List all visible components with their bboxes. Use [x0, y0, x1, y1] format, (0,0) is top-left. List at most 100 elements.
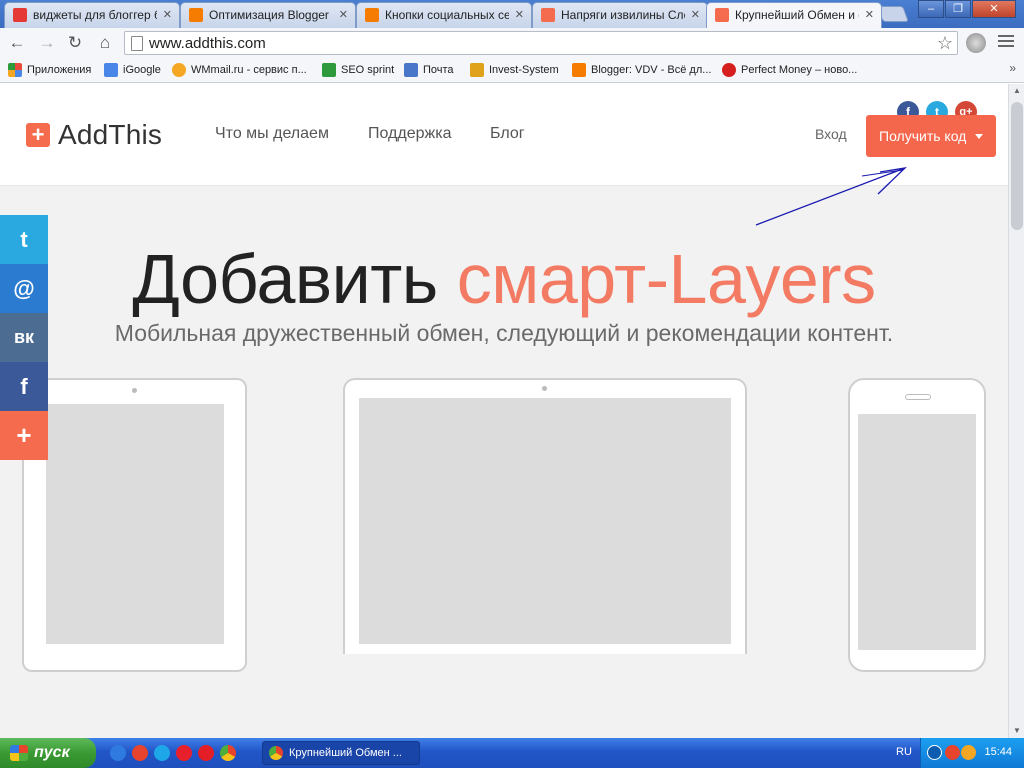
page-viewport: + AddThis Что мы делаем Поддержка Блог В…: [0, 84, 1008, 738]
scroll-up-icon[interactable]: ▲: [1010, 84, 1024, 98]
tab-strip: виджеты для блоггер б ✕ Оптимизация Blog…: [0, 0, 1024, 28]
laptop-illustration: [343, 378, 747, 654]
home-button[interactable]: ⌂: [94, 32, 116, 54]
yandex-favicon-icon: [13, 8, 27, 22]
phone-illustration: [848, 378, 986, 672]
close-tab-icon[interactable]: ✕: [163, 3, 172, 27]
scroll-thumb[interactable]: [1011, 102, 1023, 230]
addthis-favicon-icon: [715, 8, 729, 22]
reload-button[interactable]: ↻: [64, 32, 86, 54]
bookmark-igoogle[interactable]: iGoogle: [104, 63, 161, 77]
bookmark-label: Blogger: VDV - Всё дл...: [591, 64, 712, 76]
forward-button[interactable]: →: [36, 32, 58, 54]
addthis-favicon-icon: [541, 8, 555, 22]
bookmark-pochta[interactable]: Почта: [404, 63, 454, 77]
bookmark-label: WMmail.ru - сервис п...: [191, 64, 307, 76]
tablet-screen: [46, 404, 224, 644]
google-icon: [104, 63, 118, 77]
laptop-camera: [542, 386, 547, 391]
chrome-icon[interactable]: [220, 745, 236, 761]
wmmail-icon: [172, 63, 186, 77]
perfect-money-icon: [722, 63, 736, 77]
bookmark-perfect-money[interactable]: Perfect Money – ново...: [722, 63, 857, 77]
close-tab-icon[interactable]: ✕: [515, 3, 524, 27]
bookmark-label: iGoogle: [123, 64, 161, 76]
share-facebook-button[interactable]: f: [0, 362, 48, 411]
tab-title: Кнопки социальных сет: [385, 8, 509, 22]
close-tab-icon[interactable]: ✕: [339, 3, 348, 27]
bookmarks-overflow-button[interactable]: »: [1009, 61, 1016, 75]
language-indicator[interactable]: RU: [896, 746, 912, 758]
tray-arrow-icon[interactable]: [927, 745, 942, 760]
system-tray: 15:44: [920, 738, 1024, 768]
taskbar-window-chrome[interactable]: Крупнейший Обмен ...: [262, 741, 420, 765]
close-window-button[interactable]: ✕: [972, 0, 1016, 18]
close-tab-icon[interactable]: ✕: [865, 3, 874, 27]
tab-knopki[interactable]: Кнопки социальных сет ✕: [356, 2, 532, 28]
tab-title: Крупнейший Обмен и со: [735, 8, 859, 22]
tab-napryagi[interactable]: Напряги извилины Слон ✕: [532, 2, 708, 28]
annotation-arrow: [755, 167, 907, 226]
bookmark-blogger-vdv[interactable]: Blogger: VDV - Всё дл...: [572, 63, 711, 77]
tablet-illustration: [22, 378, 247, 672]
facebook-icon: f: [20, 374, 28, 399]
share-vk-button[interactable]: вк: [0, 313, 48, 362]
seo-sprint-icon: [322, 63, 336, 77]
blogger-favicon-icon: [189, 8, 203, 22]
chrome-icon: [269, 746, 283, 760]
close-tab-icon[interactable]: ✕: [691, 3, 700, 27]
quicklaunch-browser-icon[interactable]: [132, 745, 148, 761]
bookmark-label: Приложения: [27, 64, 92, 76]
extension-globe-icon[interactable]: [966, 33, 986, 53]
tray-app-icon[interactable]: [945, 745, 960, 760]
back-button[interactable]: ←: [6, 32, 28, 54]
ie-icon[interactable]: [110, 745, 126, 761]
restore-button[interactable]: ❐: [945, 0, 971, 18]
vertical-scrollbar[interactable]: ▲ ▼: [1008, 84, 1024, 738]
address-bar[interactable]: www.addthis.com ☆: [124, 31, 958, 55]
vk-icon: вк: [13, 327, 35, 347]
bookmark-label: Invest-System: [489, 64, 559, 76]
tab-addthis-active[interactable]: Крупнейший Обмен и со ✕: [706, 2, 882, 28]
hero-subtitle: Мобильная дружественный обмен, следующий…: [114, 320, 894, 346]
bookmark-invest-system[interactable]: Invest-System: [470, 63, 559, 77]
tray-antivirus-icon[interactable]: [961, 745, 976, 760]
phone-speaker: [905, 394, 931, 400]
tab-title: Напряги извилины Слон: [561, 8, 685, 22]
yandex-browser-icon[interactable]: [198, 745, 214, 761]
taskbar-window-title: Крупнейший Обмен ...: [289, 747, 402, 759]
phone-screen: [858, 414, 976, 650]
page-icon: [131, 36, 143, 51]
tab-title: Оптимизация Blogger: [209, 8, 329, 22]
bookmark-label: SEO sprint: [341, 64, 395, 76]
bookmark-label: Perfect Money – ново...: [741, 64, 858, 76]
skype-icon[interactable]: [154, 745, 170, 761]
bookmark-wmmail[interactable]: WMmail.ru - сервис п...: [172, 63, 307, 77]
tab-optimizaciya[interactable]: Оптимизация Blogger ✕: [180, 2, 356, 28]
blogger-favicon-icon: [365, 8, 379, 22]
invest-system-icon: [470, 63, 484, 77]
start-button[interactable]: пуск: [0, 738, 96, 768]
scroll-down-icon[interactable]: ▼: [1010, 724, 1024, 738]
tab-vidzhety[interactable]: виджеты для блоггер б ✕: [4, 2, 180, 28]
bookmark-apps[interactable]: Приложения: [8, 63, 91, 77]
share-more-button[interactable]: +: [0, 411, 48, 460]
windows-flag-icon: [10, 745, 28, 761]
menu-icon[interactable]: [998, 35, 1014, 49]
tablet-camera: [132, 388, 137, 393]
window-controls: – ❐ ✕: [917, 0, 1016, 20]
bookmark-star-icon[interactable]: ☆: [937, 32, 953, 54]
blogger-icon: [572, 63, 586, 77]
opera-icon[interactable]: [176, 745, 192, 761]
start-label: пуск: [34, 744, 70, 761]
bookmark-seo-sprint[interactable]: SEO sprint: [322, 63, 394, 77]
windows-taskbar: пуск Крупнейший Обмен ... RU 15:44: [0, 738, 1024, 768]
tab-title: виджеты для блоггер б: [33, 8, 157, 22]
apps-grid-icon: [8, 63, 22, 77]
plus-icon: +: [16, 420, 32, 450]
mail-icon: [404, 63, 418, 77]
url-text: www.addthis.com: [149, 35, 266, 52]
clock: 15:44: [984, 746, 1012, 758]
bookmark-label: Почта: [423, 64, 454, 76]
minimize-button[interactable]: –: [918, 0, 944, 18]
